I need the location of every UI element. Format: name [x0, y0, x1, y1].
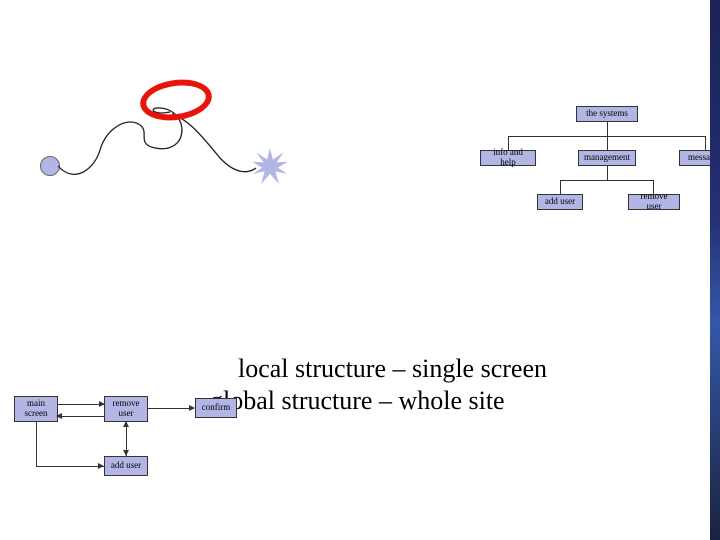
slide-edge-decoration	[710, 0, 720, 540]
tree-info-help: info and help	[480, 150, 536, 166]
arrow-icon	[148, 408, 194, 409]
journey-sketch	[40, 70, 300, 200]
arrow-down-icon	[123, 450, 129, 456]
arrow-up-icon	[123, 421, 129, 427]
tree-root: the systems	[576, 106, 638, 122]
tree-management: management	[578, 150, 636, 166]
flow-add-user: add user	[104, 456, 148, 476]
arrow-icon	[58, 404, 104, 405]
flow-confirm: confirm	[195, 398, 237, 418]
tree-add-user: add user	[537, 194, 583, 210]
arrow-left-icon	[56, 413, 62, 419]
flow-remove-user: remove user	[104, 396, 148, 422]
headline-global: global structure – whole site	[210, 386, 505, 416]
flow-main-screen: main screen	[14, 396, 58, 422]
arrow-right-icon	[98, 463, 104, 469]
tree-remove-user: remove user	[628, 194, 680, 210]
headline-local: local structure – single screen	[238, 354, 547, 384]
